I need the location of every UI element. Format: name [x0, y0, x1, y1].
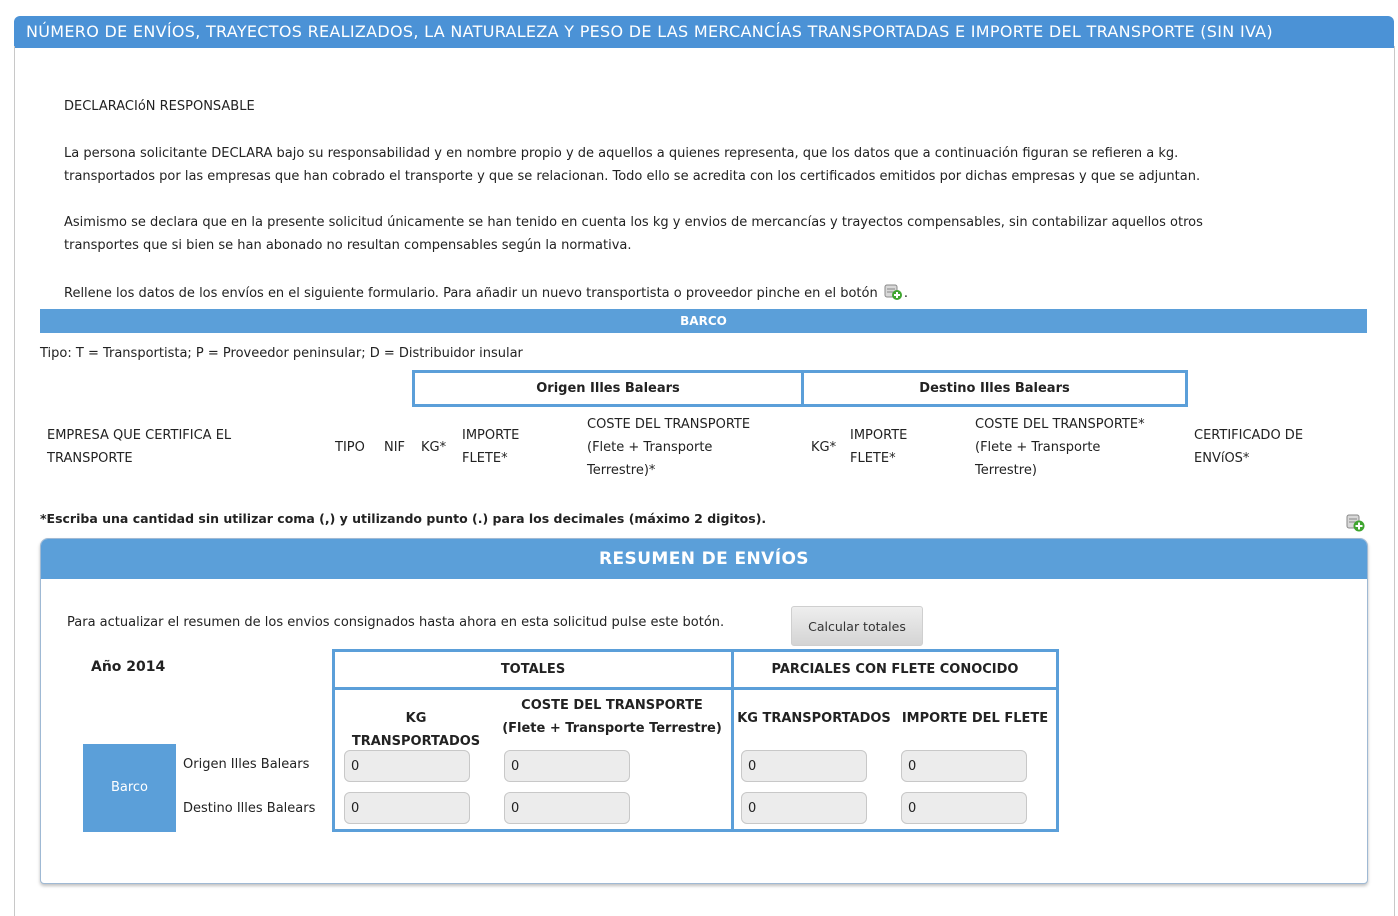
col-kg-destino: KG* [811, 440, 837, 455]
instructions-label: Rellene los datos de los envíos en el si… [64, 286, 878, 301]
col-importe-destino-l2: FLETE* [850, 451, 896, 466]
row-label-destino: Destino Illes Balears [183, 801, 316, 816]
col-nif: NIF [384, 440, 406, 455]
decimal-note: *Escriba una cantidad sin utilizar coma … [40, 511, 767, 526]
kg-transportados-header: KG TRANSPORTADOS [351, 711, 481, 749]
table-divider-h [335, 687, 1056, 690]
col-certificado-l2: ENVíOS* [1194, 451, 1250, 466]
add-transportista-icon[interactable] [1346, 513, 1366, 533]
col-coste-destino-l1: COSTE DEL TRANSPORTE* [975, 417, 1145, 432]
row-label-origen: Origen Illes Balears [183, 757, 310, 772]
parciales-header: PARCIALES CON FLETE CONOCIDO [771, 662, 1019, 677]
declaration-p2-line1: Asimismo se declara que en la presente s… [64, 215, 1203, 230]
destino-kg-total-input[interactable] [344, 792, 470, 824]
destino-importe-flete-input[interactable] [901, 792, 1027, 824]
col-certificado-l1: CERTIFICADO DE [1194, 428, 1304, 443]
col-empresa-l2: TRANSPORTE [47, 451, 133, 466]
declaration-heading: DECLARACIóN RESPONSABLE [64, 99, 255, 114]
coste-transporte-header-l2: (Flete + Transporte Terrestre) [502, 721, 722, 736]
calcular-totales-button[interactable]: Calcular totales [791, 606, 923, 646]
kg-transportados-parcial-header: KG TRANSPORTADOS [737, 711, 891, 726]
destino-coste-total-input[interactable] [504, 792, 630, 824]
coste-transporte-header-l1: COSTE DEL TRANSPORTE [521, 698, 703, 713]
section-title-barco: BARCO [40, 309, 1367, 333]
resumen-table: TOTALES PARCIALES CON FLETE CONOCIDO KG … [332, 649, 1059, 832]
col-importe-origen: IMPORTE FLETE* [462, 424, 519, 470]
col-coste-destino-l2: (Flete + Transporte [975, 440, 1101, 455]
year-label: Año 2014 [91, 659, 166, 675]
destino-group-header: Destino Illes Balears [801, 370, 1188, 407]
declaration-p1-line1: La persona solicitante DECLARA bajo su r… [64, 146, 1179, 161]
col-coste-origen-l2: (Flete + Transporte [587, 440, 713, 455]
origen-kg-parcial-input[interactable] [741, 750, 867, 782]
col-coste-origen-l3: Terrestre)* [587, 463, 656, 478]
col-empresa-l1: EMPRESA QUE CERTIFICA EL [47, 428, 232, 443]
importe-flete-header: IMPORTE DEL FLETE [901, 711, 1049, 726]
resumen-title: RESUMEN DE ENVÍOS [41, 539, 1367, 579]
col-coste-origen: COSTE DEL TRANSPORTE (Flete + Transporte… [587, 413, 750, 482]
origen-kg-total-input[interactable] [344, 750, 470, 782]
origen-coste-total-input[interactable] [504, 750, 630, 782]
destino-kg-parcial-input[interactable] [741, 792, 867, 824]
col-tipo: TIPO [335, 440, 365, 455]
page-title: NÚMERO DE ENVÍOS, TRAYECTOS REALIZADOS, … [14, 16, 1394, 48]
col-importe-origen-l1: IMPORTE [462, 428, 520, 443]
col-coste-origen-l1: COSTE DEL TRANSPORTE [587, 417, 751, 432]
instructions-end: . [903, 286, 908, 301]
col-certificado: CERTIFICADO DE ENVíOS* [1194, 424, 1303, 470]
add-row-icon[interactable] [884, 283, 904, 301]
col-empresa: EMPRESA QUE CERTIFICA EL TRANSPORTE [47, 424, 231, 470]
calc-instructions: Para actualizar el resumen de los envios… [67, 615, 725, 630]
resumen-panel: RESUMEN DE ENVÍOS Para actualizar el res… [40, 538, 1368, 884]
col-importe-destino: IMPORTE FLETE* [850, 424, 907, 470]
origen-importe-flete-input[interactable] [901, 750, 1027, 782]
coste-transporte-header: COSTE DEL TRANSPORTE (Flete + Transporte… [495, 694, 729, 740]
declaration-p1-line2: transportados por las empresas que han c… [64, 169, 1201, 184]
col-importe-origen-l2: FLETE* [462, 451, 508, 466]
origen-group-header: Origen Illes Balears [412, 370, 804, 407]
col-coste-destino: COSTE DEL TRANSPORTE* (Flete + Transport… [975, 413, 1145, 482]
instructions-text: Rellene los datos de los envíos en el si… [64, 282, 908, 305]
col-kg-origen: KG* [421, 440, 447, 455]
col-importe-destino-l1: IMPORTE [850, 428, 908, 443]
declaration-p2-line2: transportes que si bien se han abonado n… [64, 238, 632, 253]
totales-header: TOTALES [500, 662, 566, 677]
mode-barco-label: Barco [83, 744, 176, 832]
col-coste-destino-l3: Terrestre) [975, 463, 1037, 478]
tipo-legend: Tipo: T = Transportista; P = Proveedor p… [40, 346, 523, 361]
